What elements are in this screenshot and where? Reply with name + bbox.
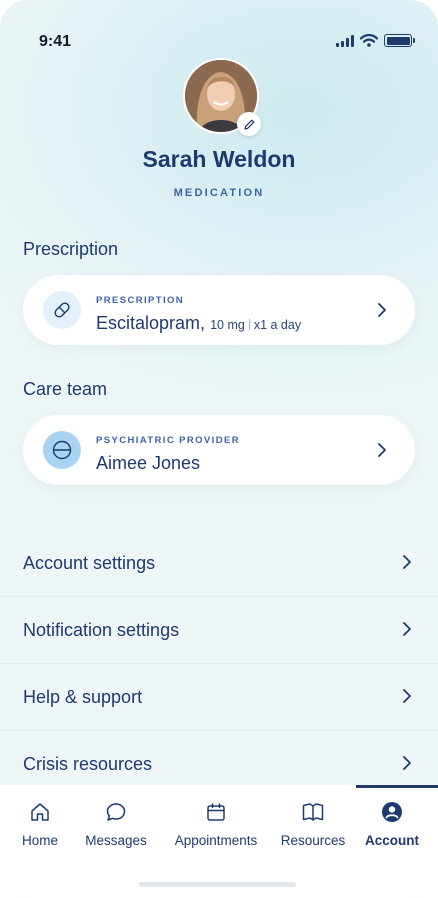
profile-name: Sarah Weldon xyxy=(142,146,296,172)
care-team-section-title: Care team xyxy=(23,379,108,399)
tab-label: Resources xyxy=(280,833,346,848)
home-icon xyxy=(31,803,49,821)
status-icons xyxy=(336,34,415,47)
account-icon xyxy=(382,802,402,822)
prescription-section-title: Prescription xyxy=(23,239,119,259)
book-icon xyxy=(302,803,324,821)
phone-screen: 9:41 Sarah Weldon MEDICATION Prescriptio… xyxy=(0,0,438,898)
settings-row-account[interactable]: Account settings xyxy=(0,530,438,597)
settings-row-label: Crisis resources xyxy=(23,754,153,774)
prescription-details: Escitalopram, 10 mg x1 a day xyxy=(96,313,301,334)
drug-name: Escitalopram, xyxy=(96,313,206,333)
wifi-icon xyxy=(360,34,378,47)
settings-row-help[interactable]: Help & support xyxy=(0,664,438,731)
chevron-right-icon xyxy=(403,622,411,636)
tab-label: Appointments xyxy=(174,833,258,848)
tab-label: Home xyxy=(21,833,58,848)
chevron-right-icon xyxy=(403,756,411,770)
edit-photo-button[interactable] xyxy=(237,112,261,136)
settings-row-label: Help & support xyxy=(23,687,143,707)
settings-row-label: Account settings xyxy=(23,553,156,573)
prescription-card[interactable]: PRESCRIPTION Escitalopram, 10 mg x1 a day xyxy=(23,275,415,345)
chat-bubble-icon xyxy=(106,803,126,821)
tab-label: Account xyxy=(365,833,419,848)
tab-resources[interactable]: Resources xyxy=(276,785,350,865)
divider xyxy=(248,319,250,330)
settings-row-label: Notification settings xyxy=(23,620,180,640)
tab-appointments[interactable]: Appointments xyxy=(163,785,269,865)
tab-home[interactable]: Home xyxy=(0,785,80,865)
pill-icon xyxy=(43,291,81,329)
provider-kicker: PSYCHIATRIC PROVIDER xyxy=(96,435,240,446)
chevron-right-icon xyxy=(403,689,411,703)
tab-account[interactable]: Account xyxy=(356,785,428,865)
cellular-signal-icon xyxy=(336,34,354,47)
provider-card[interactable]: PSYCHIATRIC PROVIDER Aimee Jones xyxy=(23,415,415,485)
home-indicator[interactable] xyxy=(139,882,296,887)
profile-avatar[interactable] xyxy=(183,58,261,136)
battery-icon xyxy=(384,34,415,47)
tab-messages[interactable]: Messages xyxy=(80,785,152,865)
settings-row-notifications[interactable]: Notification settings xyxy=(0,597,438,664)
profile-subtitle: MEDICATION xyxy=(173,187,265,199)
chevron-right-icon xyxy=(378,443,386,457)
drug-dose: 10 mg xyxy=(210,318,245,332)
prescription-kicker: PRESCRIPTION xyxy=(96,295,185,306)
status-time: 9:41 xyxy=(39,33,72,50)
provider-name: Aimee Jones xyxy=(96,453,201,473)
provider-icon xyxy=(43,431,81,469)
status-bar: 9:41 xyxy=(0,0,438,60)
calendar-icon xyxy=(207,803,225,821)
pencil-icon xyxy=(243,119,254,130)
tab-label: Messages xyxy=(85,833,147,848)
drug-frequency: x1 a day xyxy=(253,318,302,332)
chevron-right-icon xyxy=(403,555,411,569)
chevron-right-icon xyxy=(378,303,386,317)
settings-list: Account settings Notification settings H… xyxy=(0,530,438,785)
